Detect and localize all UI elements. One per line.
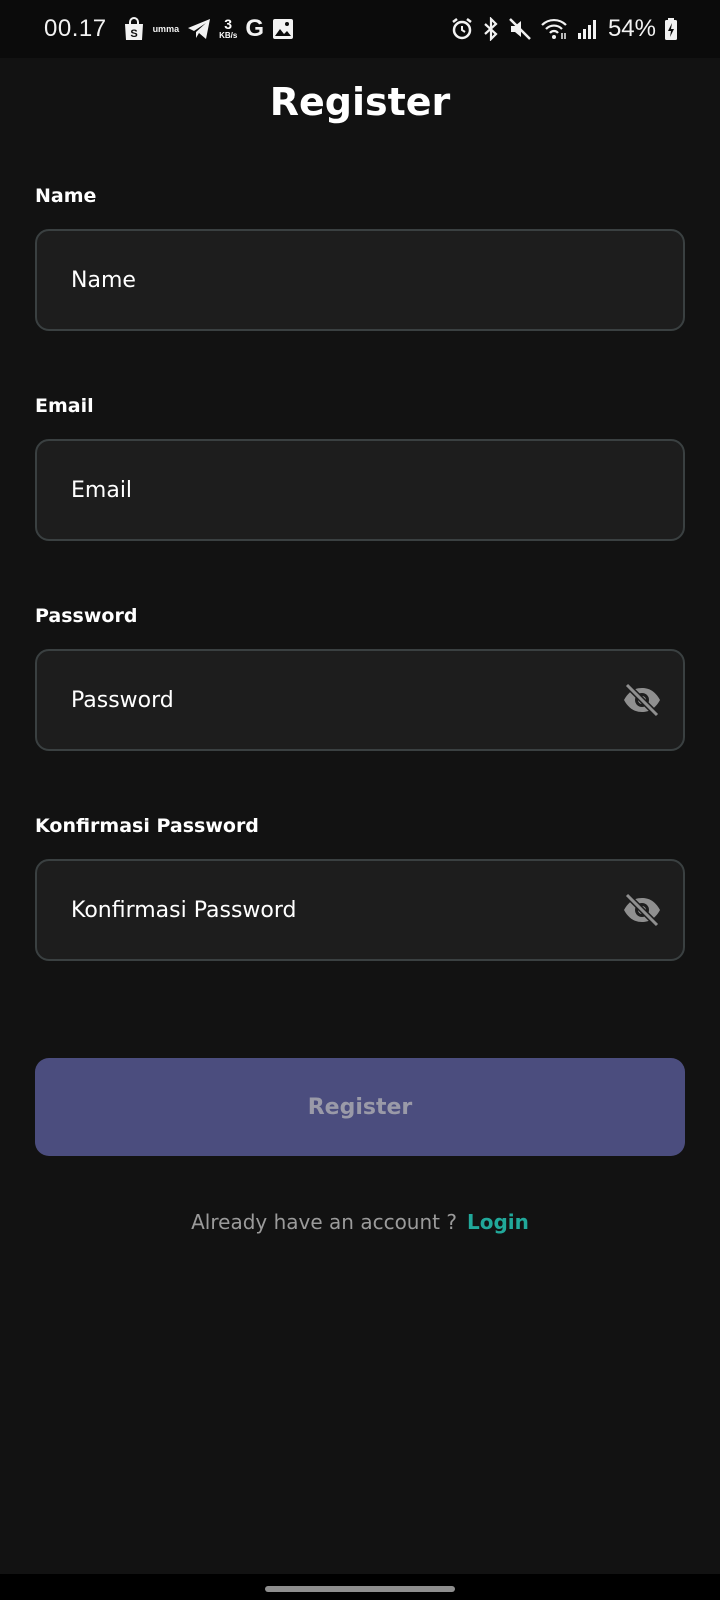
confirm-password-input[interactable] <box>71 897 591 923</box>
net-speed-unit: KB/s <box>219 31 238 40</box>
password-input[interactable] <box>71 687 591 713</box>
google-icon: G <box>245 15 264 42</box>
confirm-password-field[interactable] <box>35 859 685 961</box>
name-input[interactable] <box>71 267 591 293</box>
register-button[interactable]: Register <box>35 1058 685 1156</box>
status-time: 00.17 <box>44 15 107 42</box>
password-visibility-toggle[interactable] <box>621 679 663 721</box>
page-title: Register <box>269 80 451 124</box>
eye-off-icon <box>624 683 660 717</box>
image-icon <box>272 18 294 40</box>
password-label: Password <box>35 605 138 627</box>
battery-level: 54% <box>607 15 656 42</box>
confirm-password-label: Konfirmasi Password <box>35 815 259 837</box>
eye-off-icon <box>624 893 660 927</box>
login-prompt: Already have an account ? <box>191 1210 457 1234</box>
telegram-icon <box>187 18 211 40</box>
email-input[interactable] <box>71 477 591 503</box>
name-label: Name <box>35 185 97 207</box>
status-bar-right: 54% <box>450 15 678 43</box>
confirm-password-visibility-toggle[interactable] <box>621 889 663 931</box>
password-field[interactable] <box>35 649 685 751</box>
battery-charging-icon <box>664 17 678 41</box>
alarm-icon <box>450 17 474 41</box>
email-label: Email <box>35 395 94 417</box>
login-row: Already have an account ? Login <box>0 1210 720 1234</box>
net-speed-value: 3 <box>224 16 233 32</box>
bluetooth-icon <box>482 17 500 41</box>
wifi-icon <box>540 17 568 41</box>
net-speed: 3 KB/s <box>219 16 238 40</box>
shopee-bag-icon: S <box>123 17 145 41</box>
login-link[interactable]: Login <box>467 1210 529 1234</box>
mute-icon <box>508 17 532 41</box>
name-field[interactable] <box>35 229 685 331</box>
signal-icon <box>576 18 598 40</box>
email-field[interactable] <box>35 439 685 541</box>
svg-text:S: S <box>130 28 137 40</box>
status-bar: 00.17 S umma 3 KB/s G 54% <box>0 0 720 58</box>
carrier-text: umma <box>152 24 180 34</box>
status-bar-left: 00.17 S umma 3 KB/s G <box>44 15 294 43</box>
home-gesture-handle[interactable] <box>265 1586 455 1592</box>
